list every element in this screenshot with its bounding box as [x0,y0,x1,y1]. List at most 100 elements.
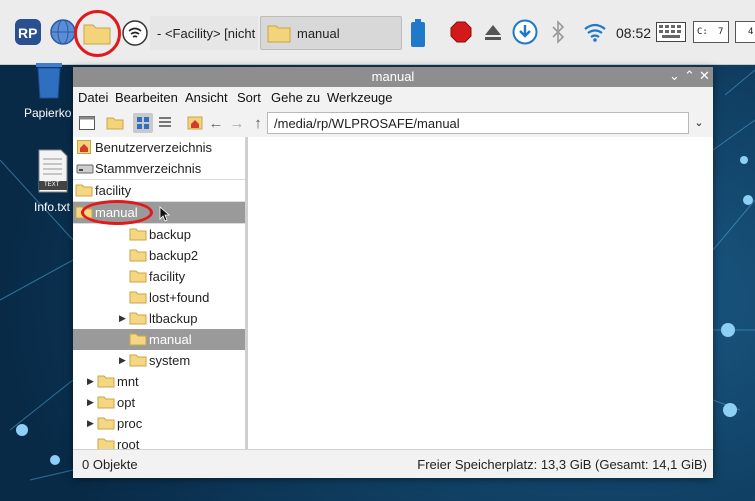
tree-item-lost-found[interactable]: lost+found [73,287,245,308]
home-icon[interactable] [185,113,205,133]
tree-item-opt[interactable]: ▶ opt [73,392,245,413]
chevron-down-icon[interactable]: ⌄ [689,112,709,134]
cpu-label: C: [697,27,708,37]
up-arrow-icon[interactable]: ↑ [248,113,268,133]
menubar: Datei Bearbeiten Ansicht Sort Gehe zu We… [73,87,713,109]
text-file-icon[interactable]: TEXT [38,149,68,193]
download-icon[interactable] [512,19,538,45]
browser-globe-icon[interactable] [49,18,77,46]
folder-icon [129,291,147,304]
back-arrow-icon[interactable]: ← [206,113,226,133]
expand-arrow-icon[interactable]: ▶ [87,418,94,429]
tree-item-label: Benutzerverzeichnis [95,140,213,155]
window-title: manual [371,69,415,84]
file-list-area[interactable] [248,137,713,449]
menu-bearbeiten[interactable]: Bearbeiten [115,90,178,105]
taskbar: RP - <Facility> [nicht .. manual 08:52 C… [0,0,755,65]
free-space: Freier Speicherplatz: 13,3 GiB (Gesamt: … [417,457,707,472]
tree-item-proc[interactable]: ▶ proc [73,413,245,434]
tree-item-mnt[interactable]: ▶ mnt [73,371,245,392]
cpu-monitor[interactable]: C: 7 [693,21,729,43]
expand-arrow-icon[interactable]: ▶ [119,355,126,366]
taskbar-button-label: - <Facility> [nicht .. [157,25,258,41]
wifi-icon[interactable] [583,22,607,42]
keyboard-icon[interactable] [656,22,686,42]
eject-icon[interactable] [483,22,503,42]
tree-item-root-dir[interactable]: root [73,434,245,449]
file-manager-folder-icon[interactable] [83,21,111,45]
tree-item-backup2[interactable]: backup2 [73,245,245,266]
tree-item-root[interactable]: Stammverzeichnis [73,158,245,179]
path-input[interactable]: /media/rp/WLPROSAFE/manual [267,112,689,134]
tree-item-label: manual [149,332,192,347]
folder-icon [97,396,115,409]
folder-icon [129,228,147,241]
tree-item-label: lost+found [149,290,210,305]
toolbar: ← → ↑ /media/rp/WLPROSAFE/manual ⌄ [73,109,713,137]
menu-ansicht[interactable]: Ansicht [185,90,228,105]
bluetooth-icon[interactable] [551,20,565,44]
folder-icon [75,184,93,197]
folder-tree: Benutzerverzeichnis Stammverzeichnis fac… [73,137,246,449]
extra-monitor[interactable]: 4 [735,21,755,43]
taskbar-button-facility[interactable]: - <Facility> [nicht .. [150,16,258,50]
vnc-icon[interactable] [122,20,148,46]
extra-monitor-value: 4 [748,27,754,37]
file-label[interactable]: Info.txt [34,200,70,214]
battery-icon[interactable] [410,18,426,48]
forward-arrow-icon[interactable]: → [227,113,247,133]
tree-item-facility[interactable]: facility [73,180,245,201]
tree-item-ltbackup[interactable]: ▶ ltbackup [73,308,245,329]
trash-label[interactable]: Papierko [24,106,71,120]
expand-arrow-icon[interactable]: ▶ [119,313,126,324]
tree-item-label: backup [149,227,191,242]
window-titlebar[interactable]: manual ⌄ ⌃ ✕ [73,67,713,87]
tree-item-label: opt [117,395,136,410]
tree-item-label: Stammverzeichnis [95,161,202,176]
tree-item-home[interactable]: Benutzerverzeichnis [73,137,245,158]
new-window-icon[interactable] [77,113,97,133]
minimize-button[interactable]: ⌄ [669,68,680,84]
tree-item-manual[interactable]: manual [73,329,245,350]
taskbar-button-manual[interactable]: manual [260,16,402,50]
tree-item-label: system [149,353,191,368]
tree-item-label: backup2 [149,248,199,263]
trash-icon[interactable] [34,60,64,100]
menu-sort[interactable]: Sort [237,90,261,105]
list-view-icon[interactable] [155,113,175,133]
tree-item-label: facility [149,269,186,284]
tree-item-backup[interactable]: backup [73,224,245,245]
expand-arrow-icon[interactable]: ▶ [87,376,94,387]
tree-item-label: root [117,437,140,449]
stop-icon[interactable] [450,21,472,43]
folder-icon [267,25,291,43]
file-manager-window: manual ⌄ ⌃ ✕ Datei Bearbeiten Ansicht So… [73,67,713,478]
statusbar: 0 Objekte Freier Speicherplatz: 13,3 GiB… [73,449,713,478]
tree-item-label: manual [95,205,138,220]
file-badge: TEXT [44,182,60,188]
tree-item-system[interactable]: ▶ system [73,350,245,371]
tree-item-facility-sub[interactable]: facility [73,266,245,287]
clock[interactable]: 08:52 [616,25,651,41]
folder-icon [129,249,147,262]
icon-view-icon[interactable] [133,113,153,133]
launcher-icon[interactable]: RP [14,18,42,46]
close-button[interactable]: ✕ [699,68,710,84]
menu-gehe-zu[interactable]: Gehe zu [271,90,320,105]
folder-icon [97,375,115,388]
expand-arrow-icon[interactable]: ▶ [87,397,94,408]
cpu-value: 7 [718,27,724,37]
tree-item-label: proc [117,416,143,431]
object-count: 0 Objekte [82,457,138,472]
menu-datei[interactable]: Datei [78,90,108,105]
folder-icon [129,312,147,325]
folder-icon [129,333,147,346]
tree-item-label: facility [95,183,132,198]
new-tab-folder-icon[interactable] [105,113,125,133]
maximize-button[interactable]: ⌃ [684,68,695,84]
folder-icon [97,438,115,449]
menu-werkzeuge[interactable]: Werkzeuge [327,90,393,105]
folder-icon [75,206,93,219]
folder-icon [129,270,147,283]
folder-icon [97,417,115,430]
